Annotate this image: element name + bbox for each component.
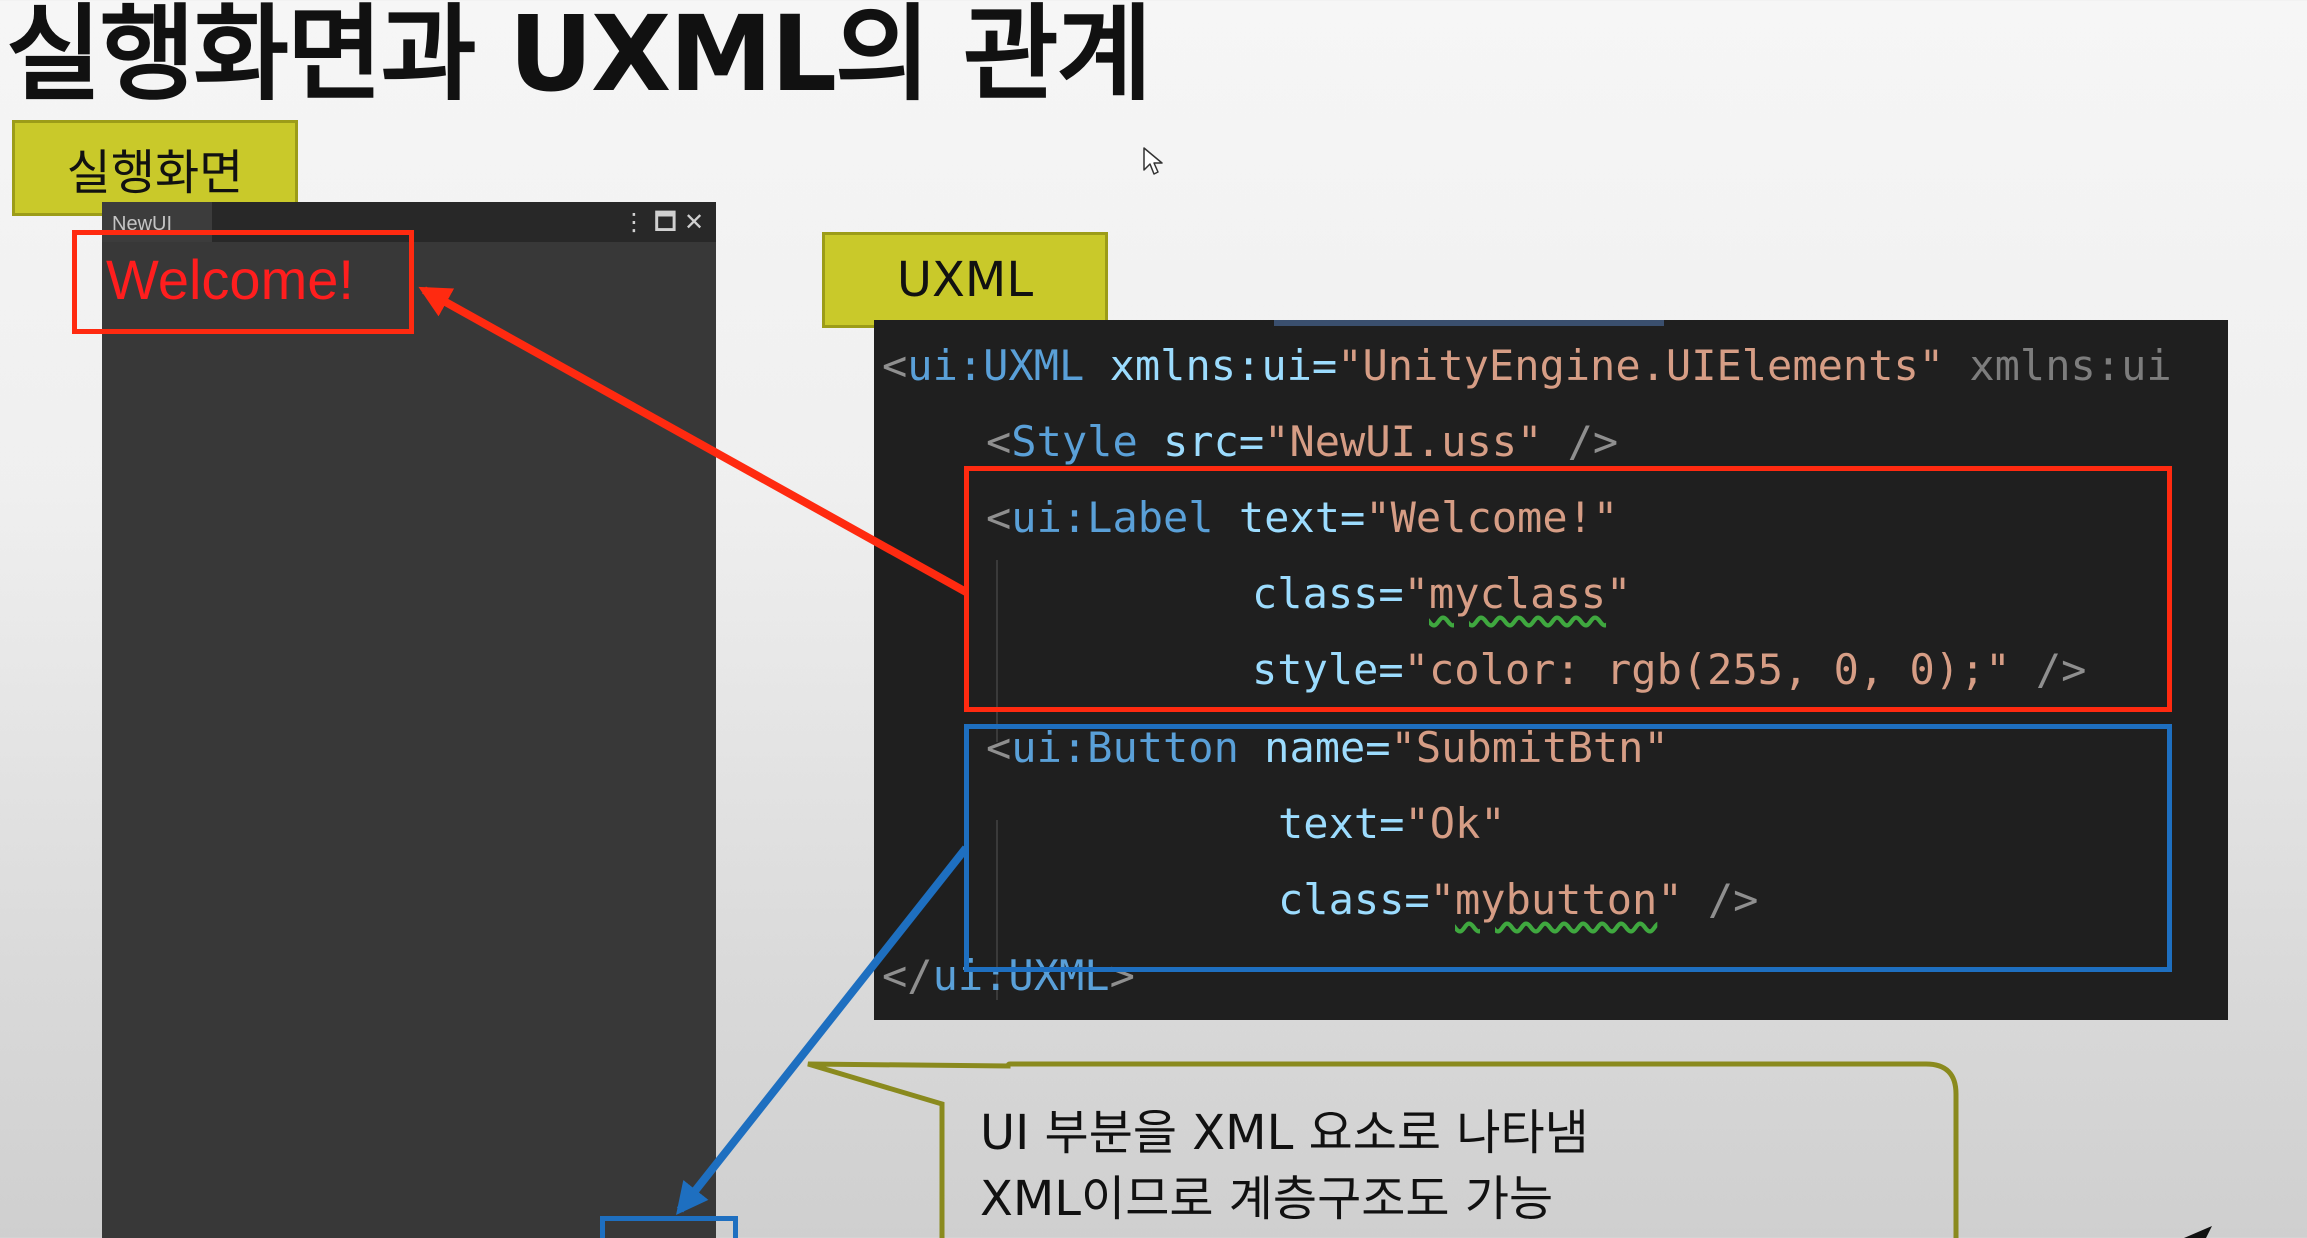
code-line-3: <ui:Label text="Welcome!" bbox=[986, 488, 1618, 548]
code-token: "UnityEngine.UIElements" bbox=[1337, 341, 1945, 390]
code-token: "Welcome!" bbox=[1365, 493, 1619, 542]
code-token: text= bbox=[1213, 493, 1366, 542]
maximize-icon[interactable]: 🗖 bbox=[654, 206, 677, 238]
code-token: "SubmitBtn" bbox=[1390, 723, 1669, 772]
code-token: " bbox=[1403, 569, 1430, 618]
code-token: </ bbox=[882, 951, 933, 1000]
code-token: > bbox=[1109, 951, 1135, 1000]
code-token: " bbox=[1606, 569, 1632, 618]
code-token: < bbox=[882, 341, 908, 390]
window-tab[interactable]: NewUI bbox=[102, 202, 212, 242]
code-token: style= bbox=[1252, 645, 1404, 694]
code-line-9: </ui:UXML> bbox=[882, 946, 1135, 1006]
code-token: mybutton bbox=[1455, 875, 1658, 924]
welcome-label: Welcome! bbox=[106, 248, 354, 311]
code-line-8: class="mybutton" /> bbox=[1278, 870, 1758, 930]
code-token: class= bbox=[1278, 875, 1430, 924]
code-token: ui:Label bbox=[1011, 493, 1214, 542]
panel-accent-bar bbox=[1274, 320, 1664, 326]
code-token: ui:Button bbox=[1011, 723, 1239, 772]
code-token: name= bbox=[1238, 723, 1391, 772]
code-token: "NewUI.uss" bbox=[1264, 417, 1543, 466]
code-token: /> bbox=[1682, 875, 1759, 924]
code-token: ui:UXML bbox=[907, 341, 1085, 390]
code-token: < bbox=[986, 493, 1012, 542]
code-token: class= bbox=[1252, 569, 1404, 618]
code-line-2: <Style src="NewUI.uss" /> bbox=[986, 412, 1618, 472]
code-token: xmlns:ui bbox=[1944, 341, 2172, 390]
code-token: /> bbox=[1542, 417, 1619, 466]
code-token: xmlns:ui= bbox=[1084, 341, 1338, 390]
code-line-1: <ui:UXML xmlns:ui="UnityEngine.UIElement… bbox=[882, 336, 2172, 396]
code-line-6: <ui:Button name="SubmitBtn" bbox=[986, 718, 1669, 778]
uxml-tag: UXML bbox=[822, 232, 1108, 328]
callout-line-1: UI 부분을 XML 요소로 나타냄 bbox=[980, 1105, 1589, 1161]
unity-editor-window[interactable]: NewUI ⋮ 🗖 ✕ Welcome! bbox=[102, 202, 716, 1238]
code-token: ui:UXML bbox=[932, 951, 1110, 1000]
code-line-7: text="Ok" bbox=[1278, 794, 1506, 854]
code-token: " bbox=[1429, 875, 1456, 924]
code-token: "color: rgb(255, 0, 0);" bbox=[1403, 645, 2011, 694]
code-token: myclass bbox=[1429, 569, 1607, 618]
code-token: " bbox=[1657, 875, 1683, 924]
callout-line-2: XML이므로 계층구조도 가능 bbox=[980, 1171, 1554, 1227]
indent-guide bbox=[996, 560, 998, 742]
code-token: text= bbox=[1278, 799, 1405, 848]
kebab-menu-icon[interactable]: ⋮ bbox=[622, 206, 646, 238]
close-icon[interactable]: ✕ bbox=[684, 206, 704, 238]
code-token: /> bbox=[2010, 645, 2087, 694]
code-line-4: class="myclass" bbox=[1252, 564, 1631, 624]
partial-arrow-icon bbox=[2184, 1226, 2212, 1238]
uxml-code-panel[interactable]: <ui:UXML xmlns:ui="UnityEngine.UIElement… bbox=[874, 320, 2228, 1020]
window-titlebar[interactable]: NewUI ⋮ 🗖 ✕ bbox=[102, 202, 716, 242]
code-token: Style bbox=[1011, 417, 1138, 466]
code-token: src= bbox=[1137, 417, 1265, 466]
code-token: < bbox=[986, 723, 1012, 772]
callout-text: UI 부분을 XML 요소로 나타냄 XML이므로 계층구조도 가능 bbox=[980, 1100, 1589, 1232]
code-token: < bbox=[986, 417, 1012, 466]
code-token: "Ok" bbox=[1404, 799, 1506, 848]
slide-title: 실행화면과 UXML의 관계 bbox=[6, 0, 1152, 115]
code-line-5: style="color: rgb(255, 0, 0);" /> bbox=[1252, 640, 2086, 700]
mouse-pointer-icon bbox=[1143, 147, 1163, 175]
